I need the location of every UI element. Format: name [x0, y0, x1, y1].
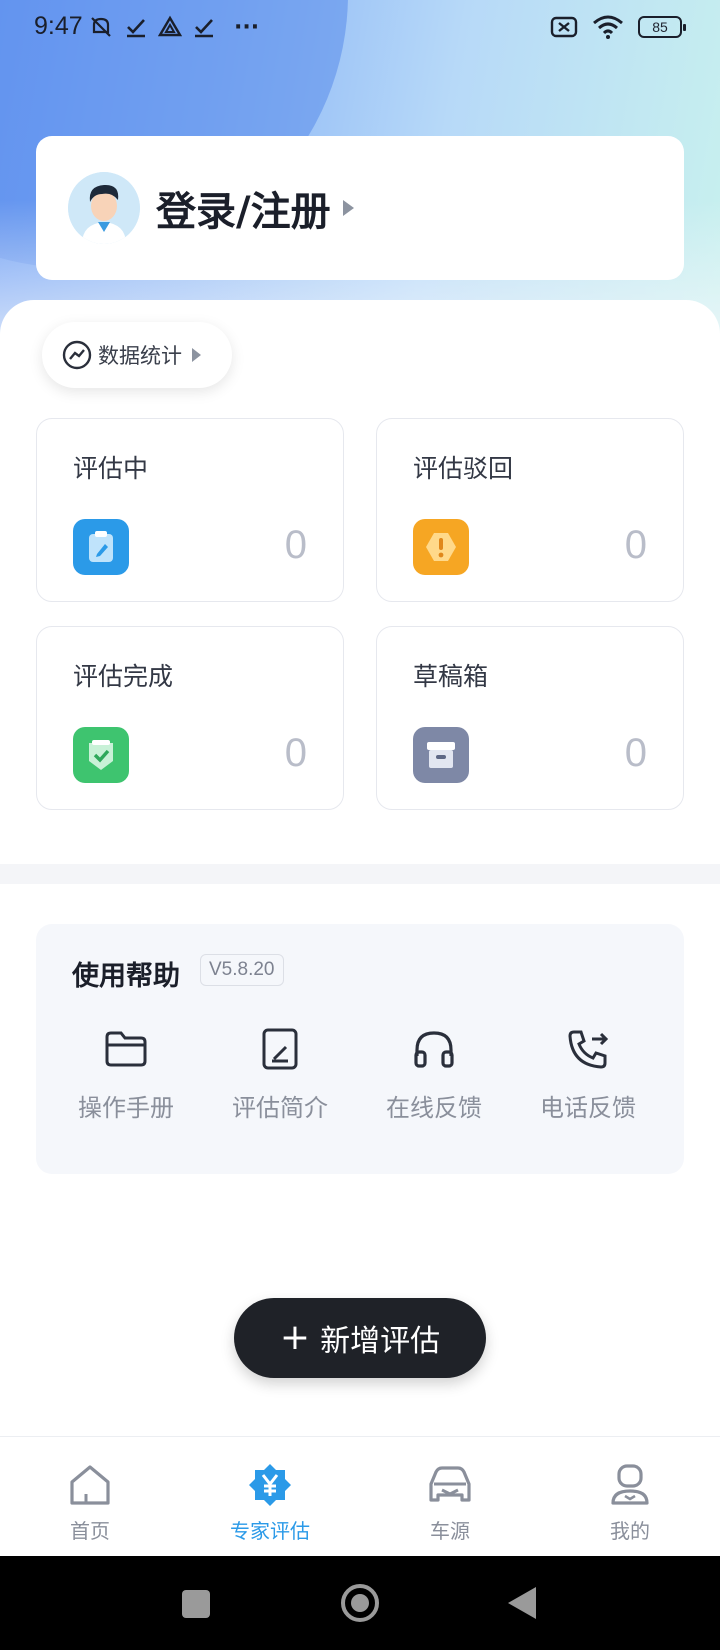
card-count: 0: [624, 523, 647, 567]
trend-chart-icon: [62, 340, 92, 370]
download-check-icon: [127, 19, 145, 38]
battery-indicator: 85: [638, 16, 686, 38]
tab-label: 专家评估: [230, 1519, 310, 1543]
status-bar: 9:47 ··· 85: [0, 0, 720, 56]
phone-forward-icon: [568, 1030, 609, 1069]
help-item-intro[interactable]: 评估简介: [210, 1024, 350, 1123]
plus-icon: +: [279, 1317, 311, 1358]
status-icons-left: ···: [88, 14, 259, 40]
home-button[interactable]: [341, 1584, 379, 1622]
status-icons-right: 85: [550, 14, 686, 40]
card-rejected[interactable]: 评估驳回 0: [376, 418, 684, 602]
card-title: 评估驳回: [413, 454, 514, 483]
card-count: 0: [284, 523, 307, 567]
home-icon: [70, 1465, 110, 1505]
document-edit-icon: [262, 1028, 298, 1070]
headset-icon: [414, 1031, 454, 1068]
help-item-label: 操作手册: [78, 1094, 174, 1122]
tab-label: 首页: [70, 1519, 110, 1543]
card-drafts[interactable]: 草稿箱 0: [376, 626, 684, 810]
check-badge-icon: [73, 727, 129, 783]
help-section: 使用帮助 V5.8.20 操作手册 评估简介 在线反馈 电话反馈: [36, 924, 684, 1174]
folder-icon: [105, 1031, 147, 1067]
help-item-label: 在线反馈: [386, 1094, 482, 1122]
more-dots: ···: [234, 14, 260, 40]
avatar: [68, 172, 140, 244]
help-item-manual[interactable]: 操作手册: [56, 1024, 196, 1123]
tab-mine[interactable]: 我的: [540, 1437, 720, 1556]
bottom-tab-bar: 首页 专家评估 车源 我的: [0, 1436, 720, 1556]
card-evaluating[interactable]: 评估中 0: [36, 418, 344, 602]
chevron-right-icon: [192, 348, 201, 362]
wifi-icon: [593, 15, 623, 39]
card-title: 草稿箱: [413, 662, 489, 691]
data-stats-label: 数据统计: [98, 344, 182, 368]
warning-badge-icon: [413, 519, 469, 575]
card-count: 0: [624, 731, 647, 775]
section-divider: [0, 864, 720, 884]
clipboard-edit-icon: [73, 519, 129, 575]
card-title: 评估中: [73, 454, 149, 483]
tab-car-source[interactable]: 车源: [360, 1437, 540, 1556]
login-card[interactable]: 登录/注册: [36, 136, 684, 280]
yuan-badge-icon: [249, 1464, 291, 1506]
system-nav-bar: [0, 1556, 720, 1650]
drive-icon: [158, 15, 182, 37]
help-item-label: 评估简介: [232, 1094, 328, 1122]
chevron-right-icon: [342, 200, 354, 216]
user-icon: [611, 1464, 649, 1505]
data-stats-button[interactable]: 数据统计: [42, 322, 232, 388]
login-register-label: 登录/注册: [156, 189, 331, 235]
download-check-icon: [195, 19, 213, 38]
tab-home[interactable]: 首页: [0, 1437, 180, 1556]
tab-expert-evaluation[interactable]: 专家评估: [180, 1437, 360, 1556]
version-badge: V5.8.20: [200, 954, 284, 986]
card-completed[interactable]: 评估完成 0: [36, 626, 344, 810]
car-icon: [429, 1466, 471, 1502]
recent-apps-button[interactable]: [182, 1590, 210, 1618]
mute-icon: [91, 17, 111, 37]
card-count: 0: [284, 731, 307, 775]
status-time: 9:47: [34, 12, 83, 40]
archive-box-icon: [413, 727, 469, 783]
help-item-online-feedback[interactable]: 在线反馈: [364, 1024, 504, 1123]
help-title: 使用帮助: [72, 961, 180, 992]
card-title: 评估完成: [73, 662, 174, 691]
back-button[interactable]: [508, 1587, 536, 1619]
tab-label: 我的: [610, 1519, 650, 1543]
no-sim-icon: [550, 16, 578, 38]
tab-label: 车源: [430, 1519, 470, 1543]
help-item-phone-feedback[interactable]: 电话反馈: [518, 1024, 658, 1123]
add-evaluation-button[interactable]: + 新增评估: [234, 1298, 486, 1378]
help-item-label: 电话反馈: [540, 1094, 636, 1122]
main-panel: 数据统计 评估中 0 评估驳回 0 评估完成 0 草稿箱 0: [0, 300, 720, 865]
add-evaluation-label: 新增评估: [320, 1324, 441, 1359]
